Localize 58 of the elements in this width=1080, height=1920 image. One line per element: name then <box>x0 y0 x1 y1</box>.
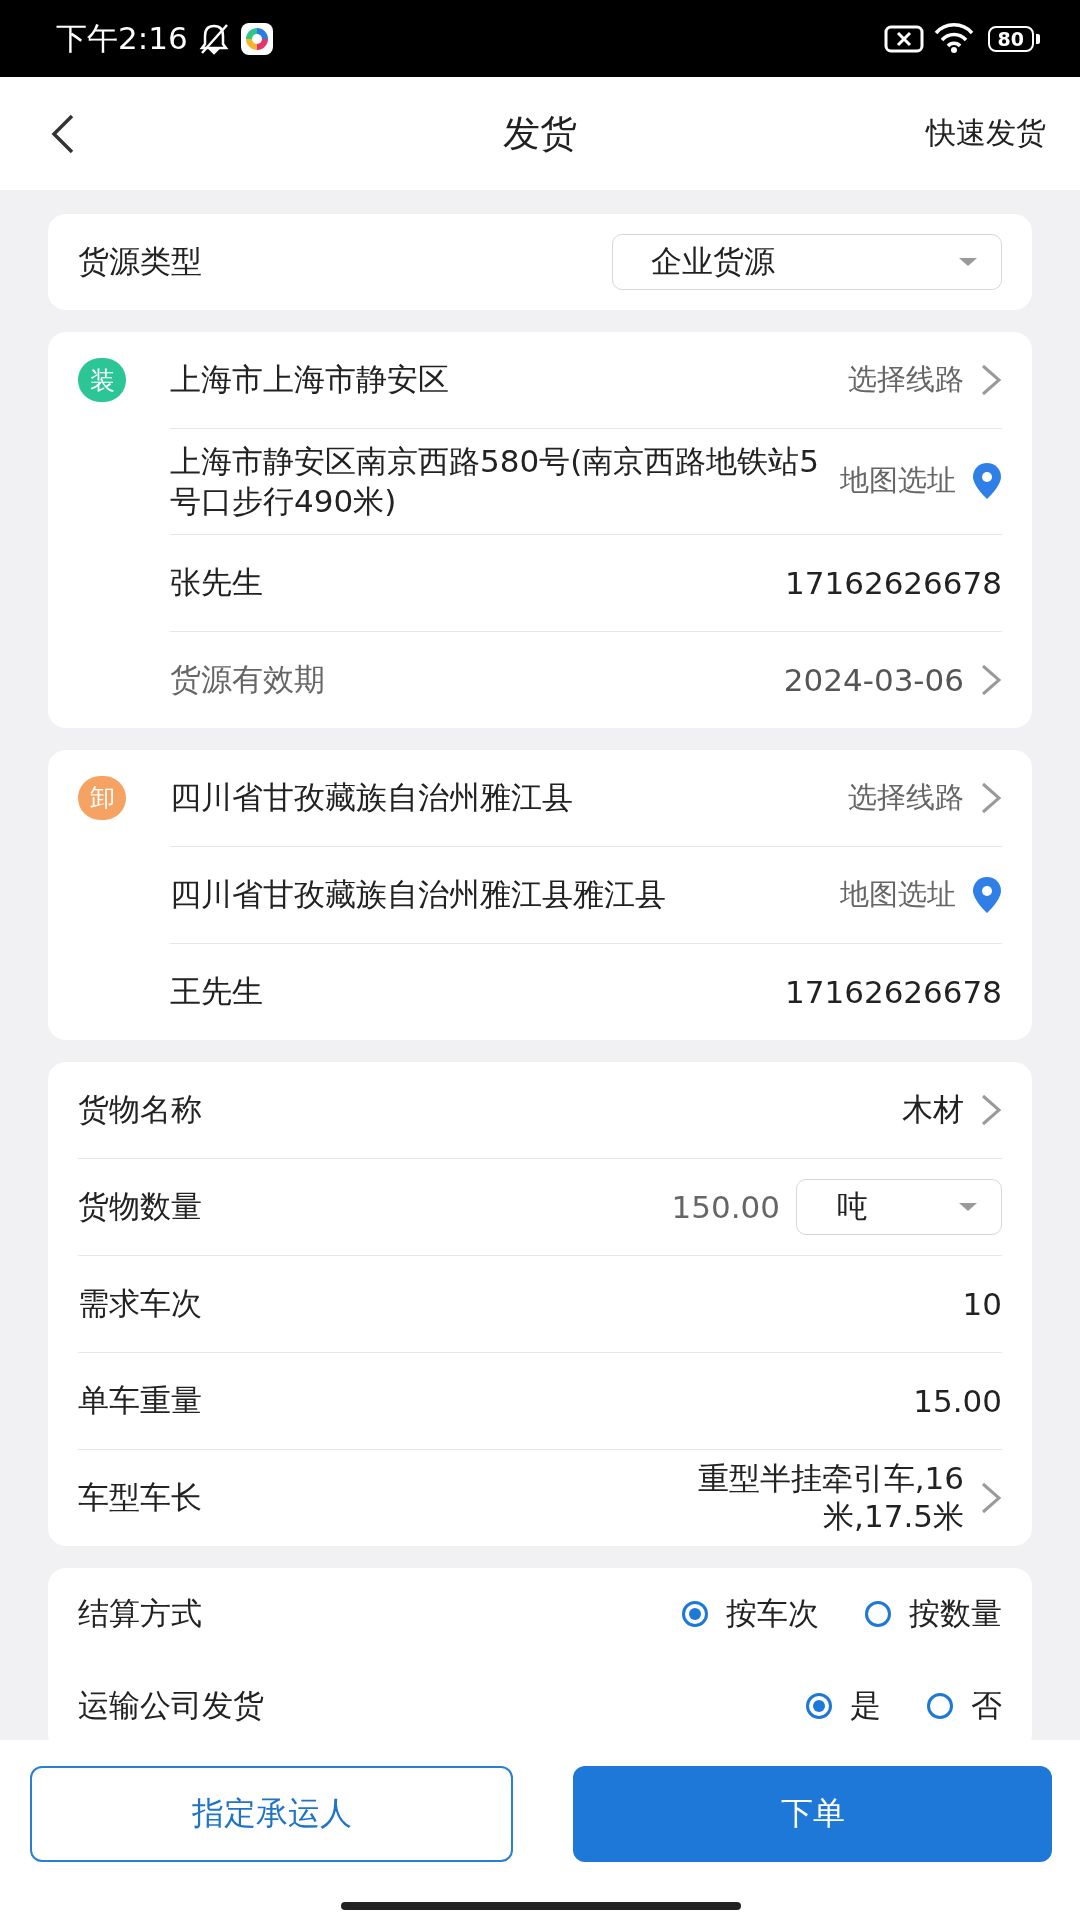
select-route-link[interactable]: 选择线路 <box>848 777 964 818</box>
radio-button[interactable] <box>927 1692 953 1719</box>
status-time: 下午2:16 <box>56 18 188 58</box>
radio-button[interactable] <box>806 1692 832 1719</box>
quick-ship-link[interactable]: 快速发货 <box>922 109 1050 158</box>
field-label: 运输公司发货 <box>78 1685 265 1725</box>
radio-option[interactable]: 是 <box>806 1684 881 1727</box>
app-icon <box>239 21 274 56</box>
location-pin-icon <box>972 875 1002 914</box>
contact-name: 王先生 <box>170 971 264 1011</box>
chevron-icon <box>980 662 1002 697</box>
field-value[interactable]: 木材 <box>902 1083 964 1137</box>
cargo-type-dropdown[interactable]: 企业货源 <box>612 234 1002 290</box>
no-sim-icon <box>883 24 924 53</box>
assign-carrier-button[interactable]: 指定承运人 <box>30 1766 513 1862</box>
radio-option[interactable]: 按数量 <box>865 1592 1002 1635</box>
map-select-link[interactable]: 地图选址 <box>840 461 956 502</box>
radio-option[interactable]: 否 <box>927 1684 1002 1727</box>
chevron-icon <box>980 363 1002 397</box>
field-label: 货物数量 <box>78 1186 203 1226</box>
quantity-value: 150.00 <box>671 1188 780 1225</box>
region-text: 上海市上海市静安区 <box>170 360 450 399</box>
dropdown-caret-icon <box>959 258 977 266</box>
chevron-icon <box>980 1480 1002 1515</box>
field-value: 15.00 <box>913 1382 1002 1419</box>
field-label: 货源有效期 <box>170 659 326 699</box>
chevron-icon <box>980 780 1002 815</box>
map-select-link[interactable]: 地图选址 <box>840 874 956 915</box>
page-title: 发货 <box>503 111 577 155</box>
field-label: 货源类型 <box>78 242 203 281</box>
radio-button[interactable] <box>682 1600 708 1627</box>
dropdown-caret-icon <box>959 1202 977 1211</box>
address-text: 四川省甘孜藏族自治州雅江县雅江县 <box>170 875 667 915</box>
field-label: 车型车长 <box>78 1477 203 1517</box>
field-value: 10 <box>962 1285 1002 1322</box>
field-label: 结算方式 <box>78 1593 203 1633</box>
phone-number: 17162626678 <box>785 973 1002 1010</box>
radio-button[interactable] <box>865 1600 891 1627</box>
unit-dropdown[interactable]: 吨 <box>796 1178 1002 1235</box>
address-text: 上海市静安区南京西路580号(南京西路地铁站5号口步行490米) <box>170 442 820 522</box>
phone-number: 17162626678 <box>785 564 1002 601</box>
select-route-link[interactable]: 选择线路 <box>848 360 964 400</box>
contact-name: 张先生 <box>170 562 264 602</box>
field-label: 单车重量 <box>78 1380 203 1420</box>
field-value[interactable]: 重型半挂牵引车,16米,17.5米 <box>604 1452 964 1543</box>
date-value: 2024-03-06 <box>783 661 964 698</box>
bell-off-icon <box>197 22 230 55</box>
place-order-button[interactable]: 下单 <box>573 1766 1052 1862</box>
chevron-icon <box>980 1092 1002 1127</box>
back-button[interactable] <box>50 112 76 155</box>
radio-option[interactable]: 按车次 <box>682 1592 819 1635</box>
stop-badge: 装 <box>78 358 126 402</box>
validity-row[interactable]: 货源有效期 2024-03-06 <box>170 631 1002 728</box>
field-label: 货物名称 <box>78 1089 203 1129</box>
location-pin-icon <box>972 462 1002 501</box>
field-label: 需求车次 <box>78 1283 203 1323</box>
stop-badge: 卸 <box>78 775 126 820</box>
region-text: 四川省甘孜藏族自治州雅江县 <box>170 777 574 817</box>
